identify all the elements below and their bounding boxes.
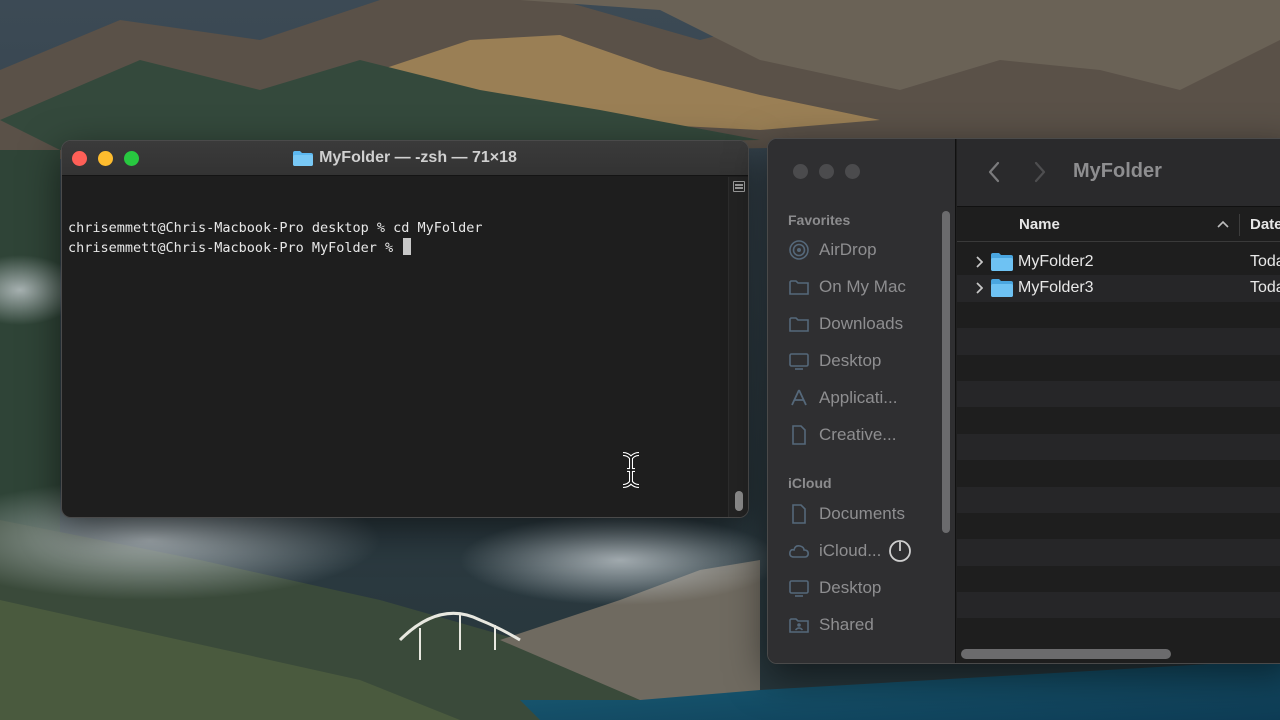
sidebar-item-desktop[interactable]: Desktop [788, 348, 948, 374]
airdrop-icon [789, 240, 809, 260]
close-button[interactable] [793, 164, 808, 179]
minimize-button[interactable] [819, 164, 834, 179]
shared-folder-icon [789, 618, 809, 633]
document-icon [792, 425, 806, 445]
sidebar-item-label: Applicati... [819, 388, 898, 407]
scrollbar-thumb[interactable] [735, 491, 743, 511]
finder-sidebar: Favorites AirDrop On My Mac Downloads De… [768, 139, 956, 663]
empty-row [957, 328, 1280, 355]
terminal-window[interactable]: MyFolder — -zsh — 71×18 chrisemmett@Chri… [61, 140, 749, 518]
applications-icon [791, 389, 807, 406]
sidebar-item-label: Downloads [819, 314, 904, 333]
forward-chevron-icon[interactable] [1033, 161, 1047, 183]
sync-progress-icon [889, 540, 911, 562]
back-chevron-icon[interactable] [987, 161, 1001, 183]
file-row-myfolder2[interactable]: MyFolder2 Today [957, 249, 1280, 275]
empty-row [957, 486, 1280, 513]
empty-row [957, 513, 1280, 539]
empty-row [957, 380, 1280, 408]
folder-icon [293, 150, 314, 166]
desktop-icon [789, 353, 809, 370]
empty-row [957, 539, 1280, 566]
column-header-name[interactable]: Name [1019, 216, 1060, 233]
sidebar-item-downloads[interactable]: Downloads [788, 311, 948, 337]
sidebar-scrollbar-thumb[interactable] [942, 211, 950, 533]
terminal-prompt-line: chrisemmett@Chris-Macbook-Pro MyFolder % [68, 238, 722, 258]
sidebar-item-label: Shared [819, 615, 874, 634]
empty-row [957, 355, 1280, 381]
column-header: Name Date [957, 208, 1280, 242]
folder-icon [991, 253, 1013, 271]
cloud-icon [789, 545, 809, 558]
folder-icon [789, 280, 809, 295]
sidebar-section-icloud: iCloud [788, 475, 832, 491]
finder-window[interactable]: Favorites AirDrop On My Mac Downloads De… [767, 138, 1280, 664]
empty-row [957, 433, 1280, 461]
terminal-titlebar[interactable]: MyFolder — -zsh — 71×18 [62, 141, 748, 176]
sidebar-item-label: Creative... [819, 425, 897, 444]
empty-row [957, 618, 1280, 644]
sidebar-item-label: Documents [819, 504, 905, 523]
empty-row [957, 460, 1280, 486]
desktop-icon [789, 580, 809, 597]
file-name: MyFolder3 [1018, 279, 1094, 297]
sidebar-item-creative[interactable]: Creative... [788, 422, 948, 448]
file-list: MyFolder2 Today MyFolder3 Today [957, 249, 1280, 645]
finder-window-title: MyFolder [1073, 160, 1162, 182]
sidebar-item-shared[interactable]: Shared [788, 612, 948, 638]
chevron-up-icon[interactable] [1217, 220, 1229, 228]
sidebar-item-airdrop[interactable]: AirDrop [788, 237, 948, 263]
horizontal-scrollbar-thumb[interactable] [961, 649, 1171, 659]
terminal-line: chrisemmett@Chris-Macbook-Pro desktop % … [68, 220, 483, 236]
column-header-date[interactable]: Date [1250, 216, 1280, 233]
empty-row [957, 592, 1280, 619]
sidebar-item-applications[interactable]: Applicati... [788, 385, 948, 411]
text-cursor [403, 238, 412, 255]
file-row-myfolder3[interactable]: MyFolder3 Today [957, 275, 1280, 302]
file-name: MyFolder2 [1018, 253, 1094, 270]
terminal-scrollbar[interactable] [728, 177, 748, 517]
ibeam-cursor-icon [622, 452, 640, 488]
document-icon [792, 504, 806, 524]
sidebar-item-label: On My Mac [819, 277, 906, 296]
sidebar-section-favorites: Favorites [788, 212, 851, 228]
chevron-right-icon[interactable] [975, 256, 983, 268]
empty-row [957, 302, 1280, 328]
finder-content: MyFolder Name Date MyFolder2 Today [957, 139, 1280, 663]
maximize-button[interactable] [845, 164, 860, 179]
folder-icon [991, 279, 1013, 298]
chevron-right-icon[interactable] [975, 282, 983, 294]
sidebar-item-label: Desktop [819, 351, 882, 370]
file-date: Today [1250, 253, 1280, 270]
folder-icon [789, 317, 809, 332]
empty-row [957, 566, 1280, 592]
sidebar-item-on-my-mac[interactable]: On My Mac [788, 274, 948, 300]
finder-toolbar: MyFolder [957, 139, 1280, 207]
column-divider[interactable] [1239, 214, 1240, 236]
terminal-title-text: MyFolder — -zsh — 71×18 [319, 149, 517, 166]
terminal-title: MyFolder — -zsh — 71×18 [62, 149, 748, 167]
split-pane-icon[interactable] [733, 181, 745, 192]
empty-row [957, 407, 1280, 433]
sidebar-item-label: iCloud... [819, 541, 882, 560]
sidebar-item-documents[interactable]: Documents [788, 501, 948, 527]
sidebar-item-icloud-desktop[interactable]: Desktop [788, 575, 948, 601]
sidebar-item-label: Desktop [819, 578, 882, 597]
sidebar-item-label: AirDrop [819, 240, 877, 259]
sidebar-item-icloud-drive[interactable]: iCloud... [788, 538, 948, 564]
terminal-prompt: chrisemmett@Chris-Macbook-Pro MyFolder % [68, 240, 402, 256]
file-date: Today [1250, 279, 1280, 297]
